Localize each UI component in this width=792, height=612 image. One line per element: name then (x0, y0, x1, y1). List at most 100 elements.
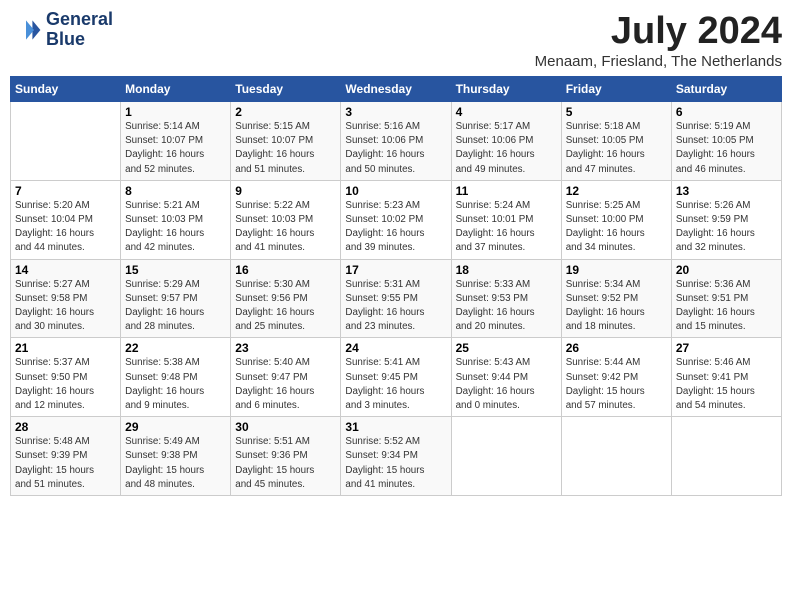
month-year: July 2024 (535, 10, 782, 53)
day-header-tuesday: Tuesday (231, 77, 341, 102)
day-info: Sunrise: 5:49 AMSunset: 9:38 PMDaylight:… (125, 435, 226, 492)
calendar-cell: 19Sunrise: 5:34 AMSunset: 9:52 PMDayligh… (561, 259, 671, 338)
calendar-cell (561, 417, 671, 496)
day-header-saturday: Saturday (671, 77, 781, 102)
day-info: Sunrise: 5:40 AMSunset: 9:47 PMDaylight:… (235, 356, 336, 413)
day-info: Sunrise: 5:19 AMSunset: 10:05 PMDaylight… (676, 120, 777, 177)
calendar-table: SundayMondayTuesdayWednesdayThursdayFrid… (10, 76, 782, 496)
day-info: Sunrise: 5:15 AMSunset: 10:07 PMDaylight… (235, 120, 336, 177)
calendar-cell (451, 417, 561, 496)
day-number: 3 (345, 105, 446, 119)
day-number: 8 (125, 184, 226, 198)
day-info: Sunrise: 5:26 AMSunset: 9:59 PMDaylight:… (676, 199, 777, 256)
calendar-cell: 14Sunrise: 5:27 AMSunset: 9:58 PMDayligh… (11, 259, 121, 338)
calendar-cell: 26Sunrise: 5:44 AMSunset: 9:42 PMDayligh… (561, 338, 671, 417)
calendar-cell: 28Sunrise: 5:48 AMSunset: 9:39 PMDayligh… (11, 417, 121, 496)
day-info: Sunrise: 5:46 AMSunset: 9:41 PMDaylight:… (676, 356, 777, 413)
day-info: Sunrise: 5:17 AMSunset: 10:06 PMDaylight… (456, 120, 557, 177)
day-info: Sunrise: 5:33 AMSunset: 9:53 PMDaylight:… (456, 278, 557, 335)
day-info: Sunrise: 5:29 AMSunset: 9:57 PMDaylight:… (125, 278, 226, 335)
header-row: SundayMondayTuesdayWednesdayThursdayFrid… (11, 77, 782, 102)
day-number: 5 (566, 105, 667, 119)
calendar-cell: 13Sunrise: 5:26 AMSunset: 9:59 PMDayligh… (671, 180, 781, 259)
day-info: Sunrise: 5:20 AMSunset: 10:04 PMDaylight… (15, 199, 116, 256)
day-number: 28 (15, 420, 116, 434)
calendar-cell (11, 102, 121, 181)
calendar-cell: 7Sunrise: 5:20 AMSunset: 10:04 PMDayligh… (11, 180, 121, 259)
day-number: 29 (125, 420, 226, 434)
day-number: 27 (676, 341, 777, 355)
day-number: 20 (676, 263, 777, 277)
day-info: Sunrise: 5:14 AMSunset: 10:07 PMDaylight… (125, 120, 226, 177)
day-number: 16 (235, 263, 336, 277)
day-header-sunday: Sunday (11, 77, 121, 102)
day-info: Sunrise: 5:37 AMSunset: 9:50 PMDaylight:… (15, 356, 116, 413)
day-info: Sunrise: 5:52 AMSunset: 9:34 PMDaylight:… (345, 435, 446, 492)
calendar-cell: 23Sunrise: 5:40 AMSunset: 9:47 PMDayligh… (231, 338, 341, 417)
calendar-cell: 17Sunrise: 5:31 AMSunset: 9:55 PMDayligh… (341, 259, 451, 338)
calendar-cell: 24Sunrise: 5:41 AMSunset: 9:45 PMDayligh… (341, 338, 451, 417)
day-header-friday: Friday (561, 77, 671, 102)
day-info: Sunrise: 5:16 AMSunset: 10:06 PMDaylight… (345, 120, 446, 177)
day-number: 19 (566, 263, 667, 277)
calendar-cell: 5Sunrise: 5:18 AMSunset: 10:05 PMDayligh… (561, 102, 671, 181)
calendar-cell: 16Sunrise: 5:30 AMSunset: 9:56 PMDayligh… (231, 259, 341, 338)
day-number: 6 (676, 105, 777, 119)
day-info: Sunrise: 5:23 AMSunset: 10:02 PMDaylight… (345, 199, 446, 256)
calendar-cell: 31Sunrise: 5:52 AMSunset: 9:34 PMDayligh… (341, 417, 451, 496)
week-row-4: 21Sunrise: 5:37 AMSunset: 9:50 PMDayligh… (11, 338, 782, 417)
day-info: Sunrise: 5:51 AMSunset: 9:36 PMDaylight:… (235, 435, 336, 492)
day-info: Sunrise: 5:24 AMSunset: 10:01 PMDaylight… (456, 199, 557, 256)
day-info: Sunrise: 5:30 AMSunset: 9:56 PMDaylight:… (235, 278, 336, 335)
day-number: 22 (125, 341, 226, 355)
day-info: Sunrise: 5:18 AMSunset: 10:05 PMDaylight… (566, 120, 667, 177)
day-info: Sunrise: 5:34 AMSunset: 9:52 PMDaylight:… (566, 278, 667, 335)
calendar-cell: 29Sunrise: 5:49 AMSunset: 9:38 PMDayligh… (121, 417, 231, 496)
day-number: 9 (235, 184, 336, 198)
day-number: 25 (456, 341, 557, 355)
day-number: 31 (345, 420, 446, 434)
location: Menaam, Friesland, The Netherlands (535, 53, 782, 70)
day-number: 15 (125, 263, 226, 277)
day-number: 26 (566, 341, 667, 355)
calendar-cell: 22Sunrise: 5:38 AMSunset: 9:48 PMDayligh… (121, 338, 231, 417)
week-row-5: 28Sunrise: 5:48 AMSunset: 9:39 PMDayligh… (11, 417, 782, 496)
day-header-wednesday: Wednesday (341, 77, 451, 102)
calendar-cell: 12Sunrise: 5:25 AMSunset: 10:00 PMDaylig… (561, 180, 671, 259)
calendar-cell: 15Sunrise: 5:29 AMSunset: 9:57 PMDayligh… (121, 259, 231, 338)
day-header-monday: Monday (121, 77, 231, 102)
day-info: Sunrise: 5:25 AMSunset: 10:00 PMDaylight… (566, 199, 667, 256)
day-number: 17 (345, 263, 446, 277)
day-number: 7 (15, 184, 116, 198)
calendar-cell: 21Sunrise: 5:37 AMSunset: 9:50 PMDayligh… (11, 338, 121, 417)
day-info: Sunrise: 5:31 AMSunset: 9:55 PMDaylight:… (345, 278, 446, 335)
day-info: Sunrise: 5:36 AMSunset: 9:51 PMDaylight:… (676, 278, 777, 335)
day-number: 10 (345, 184, 446, 198)
logo-text: General Blue (46, 10, 113, 50)
day-header-thursday: Thursday (451, 77, 561, 102)
week-row-3: 14Sunrise: 5:27 AMSunset: 9:58 PMDayligh… (11, 259, 782, 338)
week-row-2: 7Sunrise: 5:20 AMSunset: 10:04 PMDayligh… (11, 180, 782, 259)
day-number: 11 (456, 184, 557, 198)
day-number: 4 (456, 105, 557, 119)
calendar-cell: 4Sunrise: 5:17 AMSunset: 10:06 PMDayligh… (451, 102, 561, 181)
day-number: 12 (566, 184, 667, 198)
calendar-cell: 18Sunrise: 5:33 AMSunset: 9:53 PMDayligh… (451, 259, 561, 338)
calendar-cell: 9Sunrise: 5:22 AMSunset: 10:03 PMDayligh… (231, 180, 341, 259)
day-info: Sunrise: 5:43 AMSunset: 9:44 PMDaylight:… (456, 356, 557, 413)
calendar-cell: 27Sunrise: 5:46 AMSunset: 9:41 PMDayligh… (671, 338, 781, 417)
day-number: 14 (15, 263, 116, 277)
calendar-cell: 2Sunrise: 5:15 AMSunset: 10:07 PMDayligh… (231, 102, 341, 181)
title-area: July 2024 Menaam, Friesland, The Netherl… (535, 10, 782, 70)
calendar-cell: 30Sunrise: 5:51 AMSunset: 9:36 PMDayligh… (231, 417, 341, 496)
day-number: 24 (345, 341, 446, 355)
week-row-1: 1Sunrise: 5:14 AMSunset: 10:07 PMDayligh… (11, 102, 782, 181)
day-info: Sunrise: 5:48 AMSunset: 9:39 PMDaylight:… (15, 435, 116, 492)
calendar-cell (671, 417, 781, 496)
day-info: Sunrise: 5:41 AMSunset: 9:45 PMDaylight:… (345, 356, 446, 413)
logo: General Blue (10, 10, 113, 50)
day-number: 18 (456, 263, 557, 277)
day-info: Sunrise: 5:22 AMSunset: 10:03 PMDaylight… (235, 199, 336, 256)
header: General Blue July 2024 Menaam, Friesland… (10, 10, 782, 70)
day-number: 1 (125, 105, 226, 119)
